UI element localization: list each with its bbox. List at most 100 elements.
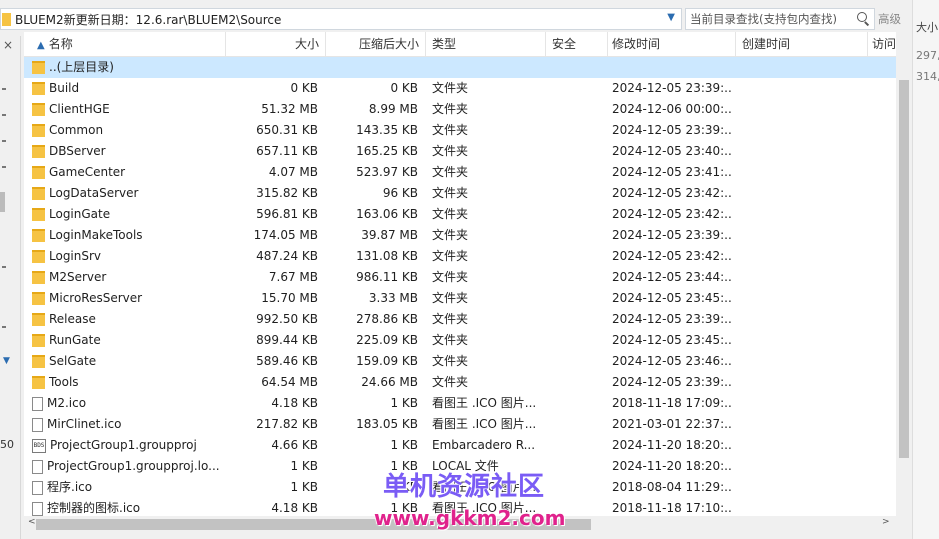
file-type: 文件夹	[432, 333, 469, 347]
file-type: 文件夹	[432, 81, 469, 95]
file-icon	[32, 417, 43, 432]
folder-icon	[32, 145, 45, 158]
file-row[interactable]: M2Server 7.67 MB 986.11 KB 文件夹 2024-12-05 23…	[24, 267, 896, 288]
file-modified: 2018-11-18 17:09:...	[612, 396, 732, 410]
file-name-cell: LoginMakeTools	[32, 225, 226, 246]
file-type: 文件夹	[432, 207, 469, 221]
file-type: 文件夹	[432, 186, 469, 200]
file-modified	[612, 57, 732, 78]
file-row[interactable]: DBServer 657.11 KB 165.25 KB 文件夹 2024-12-05 …	[24, 141, 896, 162]
file-modified: 2024-12-05 23:39:...	[612, 81, 732, 95]
column-created[interactable]: 创建时间	[736, 32, 868, 56]
file-size: 1 KB	[290, 459, 318, 473]
column-accessed[interactable]: 访问	[868, 32, 896, 56]
file-size: 4.18 KB	[271, 501, 318, 515]
file-row[interactable]: LoginSrv 487.24 KB 131.08 KB 文件夹 2024-12-05 …	[24, 246, 896, 267]
file-name-cell: RunGate	[32, 330, 226, 351]
file-type: 文件夹	[432, 228, 469, 242]
file-name-cell: MirClinet.ico	[32, 414, 226, 435]
scroll-right-icon[interactable]: >	[882, 517, 890, 527]
chevron-down-icon[interactable]: ▼	[667, 12, 675, 23]
file-compressed-size: 165.25 KB	[356, 144, 418, 158]
file-modified: 2018-11-18 17:10:...	[612, 501, 732, 515]
file-compressed-size: 159.09 KB	[356, 354, 418, 368]
right-pane-header: 大小	[916, 21, 938, 34]
file-size	[226, 57, 318, 78]
file-row[interactable]: Tools 64.54 MB 24.66 MB 文件夹 2024-12-05 23:39…	[24, 372, 896, 393]
file-row[interactable]: MirClinet.ico 217.82 KB 183.05 KB 看图王 .ICO …	[24, 414, 896, 435]
left-pane-number: 50	[0, 438, 14, 451]
file-name: DBServer	[49, 144, 106, 158]
file-type: 文件夹	[432, 354, 469, 368]
file-size: 51.32 MB	[261, 102, 318, 116]
text-fragment	[2, 326, 6, 328]
file-size: 899.44 KB	[256, 333, 318, 347]
file-modified: 2024-12-05 23:45:...	[612, 333, 732, 347]
file-name: LoginSrv	[49, 249, 102, 263]
column-size[interactable]: 大小	[226, 32, 326, 56]
file-type	[432, 57, 548, 78]
file-row[interactable]: ClientHGE 51.32 MB 8.99 MB 文件夹 2024-12-06 00…	[24, 99, 896, 120]
file-name-cell: LoginSrv	[32, 246, 226, 267]
sort-up-icon: ▲	[37, 40, 45, 51]
file-row[interactable]: Build 0 KB 0 KB 文件夹 2024-12-05 23:39:...	[24, 78, 896, 99]
vertical-scrollbar-thumb[interactable]	[899, 80, 909, 458]
file-name: MicroResServer	[49, 291, 143, 305]
column-security[interactable]: 安全	[546, 32, 608, 56]
file-size: 1 KB	[290, 480, 318, 494]
left-scrollbar-thumb[interactable]	[0, 192, 5, 212]
file-row[interactable]: MicroResServer 15.70 MB 3.33 MB 文件夹 2024-12-…	[24, 288, 896, 309]
file-name: 程序.ico	[47, 480, 93, 494]
file-row[interactable]: Common 650.31 KB 143.35 KB 文件夹 2024-12-05 23…	[24, 120, 896, 141]
column-name-label: 名称	[48, 37, 73, 51]
file-modified: 2024-12-05 23:44:...	[612, 270, 732, 284]
file-name: Release	[49, 312, 96, 326]
file-name-cell: Tools	[32, 372, 226, 393]
file-row[interactable]: BDS ProjectGroup1.groupproj 4.66 KB 1 KB Emb…	[24, 435, 896, 456]
close-icon[interactable]: ×	[3, 38, 13, 52]
file-row[interactable]: Release 992.50 KB 278.86 KB 文件夹 2024-12-05 2…	[24, 309, 896, 330]
file-name-cell: DBServer	[32, 141, 226, 162]
scroll-left-icon[interactable]: <	[28, 517, 36, 527]
column-compressed-size[interactable]: 压缩后大小	[326, 32, 426, 56]
file-size: 315.82 KB	[256, 186, 318, 200]
column-modified[interactable]: 修改时间	[608, 32, 736, 56]
file-row[interactable]: LoginMakeTools 174.05 MB 39.87 MB 文件夹 2024-1…	[24, 225, 896, 246]
file-size: 992.50 KB	[256, 312, 318, 326]
folder-icon	[32, 187, 45, 200]
file-row[interactable]: SelGate 589.46 KB 159.09 KB 文件夹 2024-12-05 2…	[24, 351, 896, 372]
file-name: Tools	[49, 375, 79, 389]
file-icon	[32, 396, 43, 411]
file-compressed-size: 131.08 KB	[356, 249, 418, 263]
file-size: 650.31 KB	[256, 123, 318, 137]
file-name-cell: GameCenter	[32, 162, 226, 183]
chevron-down-icon[interactable]: ▼	[3, 356, 10, 366]
folder-icon	[32, 208, 45, 221]
parent-directory-row[interactable]: ..(上层目录)	[24, 57, 896, 78]
address-bar[interactable]: BLUEM2新更新日期：12.6.rar\BLUEM2\Source ▼	[0, 8, 682, 30]
file-compressed-size: 3.33 MB	[368, 291, 418, 305]
search-input[interactable]: 当前目录查找(支持包内查找)	[685, 8, 875, 30]
column-type[interactable]: 类型	[426, 32, 546, 56]
file-modified: 2024-12-05 23:40:...	[612, 144, 732, 158]
file-size: 596.81 KB	[256, 207, 318, 221]
advanced-search-button[interactable]: 高级	[878, 11, 901, 27]
file-row[interactable]: LogDataServer 315.82 KB 96 KB 文件夹 2024-12-05…	[24, 183, 896, 204]
file-size: 64.54 MB	[261, 375, 318, 389]
file-row[interactable]: LoginGate 596.81 KB 163.06 KB 文件夹 2024-12-05…	[24, 204, 896, 225]
column-name[interactable]: ▲ 名称	[24, 32, 226, 56]
file-row[interactable]: RunGate 899.44 KB 225.09 KB 文件夹 2024-12-05 2…	[24, 330, 896, 351]
file-modified: 2024-12-05 23:39:...	[612, 228, 732, 242]
file-name-cell: ..(上层目录)	[32, 57, 226, 78]
file-size: 7.67 MB	[268, 270, 318, 284]
file-row[interactable]: M2.ico 4.18 KB 1 KB 看图王 .ICO 图片... 2018-11-1…	[24, 393, 896, 414]
file-name: MirClinet.ico	[47, 417, 122, 431]
file-row[interactable]: GameCenter 4.07 MB 523.97 KB 文件夹 2024-12-05 …	[24, 162, 896, 183]
file-name-cell: ProjectGroup1.groupproj.lo...	[32, 456, 226, 477]
search-icon[interactable]	[855, 11, 871, 27]
file-name-cell: Common	[32, 120, 226, 141]
file-size: 15.70 MB	[261, 291, 318, 305]
file-name-cell: M2Server	[32, 267, 226, 288]
file-name: ProjectGroup1.groupproj	[50, 438, 197, 452]
file-type: 文件夹	[432, 375, 469, 389]
